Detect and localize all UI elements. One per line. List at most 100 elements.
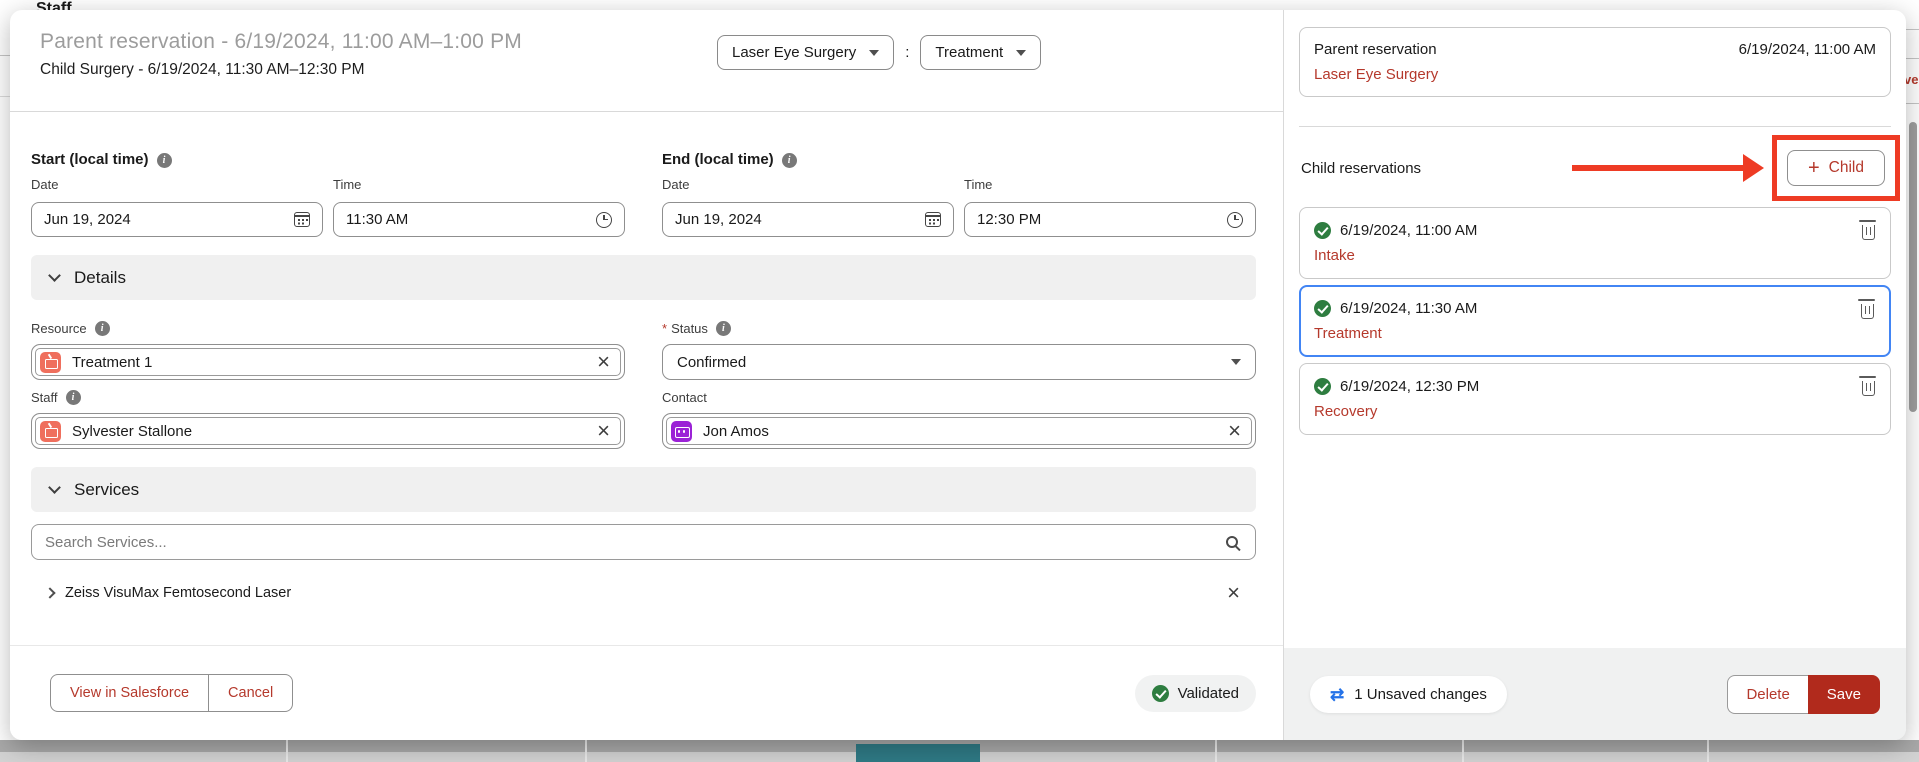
delete-child-button[interactable] <box>1857 299 1877 319</box>
child-reservation-card[interactable]: 6/19/2024, 11:00 AM Intake <box>1299 207 1891 279</box>
details-section-label: Details <box>74 268 126 288</box>
resource-value: Treatment 1 <box>72 354 584 371</box>
reservation-type-select[interactable]: Laser Eye Surgery <box>717 35 894 70</box>
validated-badge: Validated <box>1135 675 1256 712</box>
trash-icon <box>1861 304 1874 319</box>
child-card-datetime: 6/19/2024, 12:30 PM <box>1340 376 1479 397</box>
background-gridline <box>1707 740 1709 762</box>
background-gridline <box>1215 740 1217 762</box>
resource-label: Resource <box>31 321 87 336</box>
staff-lookup[interactable]: Sylvester Stallone × <box>31 413 625 449</box>
calendar-icon[interactable] <box>294 212 310 227</box>
dialog-header: Parent reservation - 6/19/2024, 11:00 AM… <box>10 10 1283 112</box>
delete-button[interactable]: Delete <box>1727 675 1807 714</box>
chevron-right-icon[interactable] <box>44 587 55 598</box>
sidebar-footer: ⇄ 1 Unsaved changes Delete Save <box>1284 648 1906 740</box>
scrollbar-thumb[interactable] <box>1909 122 1917 412</box>
services-search-input[interactable]: Search Services... <box>31 524 1256 560</box>
clear-staff-button[interactable]: × <box>595 420 612 442</box>
background-line <box>0 55 10 56</box>
time-label: Time <box>333 178 625 192</box>
form-body: Start (local time) Date Jun 19, 2024 <box>10 112 1283 604</box>
end-group: End (local time) Date Jun 19, 2024 <box>662 150 1256 237</box>
contact-card-icon <box>671 421 692 442</box>
status-label: Status <box>671 321 708 336</box>
child-reservation-card-selected[interactable]: 6/19/2024, 11:30 AM Treatment <box>1299 285 1891 357</box>
details-section-toggle[interactable]: Details <box>31 255 1256 300</box>
cancel-button[interactable]: Cancel <box>209 675 292 711</box>
date-label: Date <box>31 178 323 192</box>
resource-icon <box>40 352 61 373</box>
clear-resource-button[interactable]: × <box>595 351 612 373</box>
annotation-arrow <box>1572 165 1744 171</box>
background-text-fragment: ve <box>1904 72 1919 87</box>
background-line <box>1906 29 1919 30</box>
services-section-toggle[interactable]: Services <box>31 467 1256 512</box>
chevron-down-icon <box>48 269 61 282</box>
background-line <box>1906 103 1919 104</box>
background-line <box>0 96 10 97</box>
validated-label: Validated <box>1178 685 1239 702</box>
trash-icon <box>1862 225 1875 240</box>
start-time-input[interactable]: 11:30 AM <box>333 202 625 237</box>
date-label: Date <box>662 178 954 192</box>
contact-field: Contact Jon Amos × <box>662 380 1256 449</box>
contact-label: Contact <box>662 390 707 405</box>
end-date-field: Date Jun 19, 2024 <box>662 170 954 237</box>
info-icon[interactable] <box>716 321 731 336</box>
staff-icon <box>40 421 61 442</box>
view-in-salesforce-button[interactable]: View in Salesforce <box>51 675 209 711</box>
save-button[interactable]: Save <box>1808 675 1880 714</box>
info-icon[interactable] <box>95 321 110 336</box>
staff-label: Staff <box>31 390 58 405</box>
select-separator: : <box>905 44 909 61</box>
time-label: Time <box>964 178 1256 192</box>
child-card-datetime: 6/19/2024, 11:30 AM <box>1340 298 1477 319</box>
end-time-input[interactable]: 12:30 PM <box>964 202 1256 237</box>
status-select[interactable]: Confirmed <box>662 344 1256 380</box>
child-card-type: Recovery <box>1314 401 1876 422</box>
start-time-value: 11:30 AM <box>346 211 596 228</box>
chevron-down-icon <box>869 50 879 56</box>
delete-child-button[interactable] <box>1858 376 1878 396</box>
parent-card-text: Parent reservation Laser Eye Surgery <box>1314 39 1438 85</box>
staff-value: Sylvester Stallone <box>72 423 584 440</box>
delete-child-button[interactable] <box>1858 220 1878 240</box>
start-date-input[interactable]: Jun 19, 2024 <box>31 202 323 237</box>
background-gridline <box>585 740 587 762</box>
info-icon[interactable] <box>66 390 81 405</box>
child-reservations-list: 6/19/2024, 11:00 AM Intake 6/19/2024, 11… <box>1284 207 1906 435</box>
info-icon[interactable] <box>782 153 797 168</box>
clear-contact-button[interactable]: × <box>1226 420 1243 442</box>
search-icon[interactable] <box>1226 536 1238 548</box>
background-gridline <box>1462 740 1464 762</box>
remove-service-button[interactable]: × <box>1225 582 1242 604</box>
contact-lookup[interactable]: Jon Amos × <box>662 413 1256 449</box>
calendar-icon[interactable] <box>925 212 941 227</box>
dialog-subtitle: Child Surgery - 6/19/2024, 11:30 AM–12:3… <box>40 61 1283 79</box>
info-icon[interactable] <box>157 153 172 168</box>
background-line <box>1906 58 1919 59</box>
add-child-button[interactable]: + Child <box>1787 150 1885 186</box>
dialog-title: Parent reservation - 6/19/2024, 11:00 AM… <box>40 30 1283 54</box>
parent-reservation-card[interactable]: Parent reservation Laser Eye Surgery 6/1… <box>1299 27 1891 97</box>
plus-icon: + <box>1808 159 1820 177</box>
start-group: Start (local time) Date Jun 19, 2024 <box>31 150 625 237</box>
status-field: * Status Confirmed <box>662 300 1256 380</box>
start-date-value: Jun 19, 2024 <box>44 211 294 228</box>
child-reservations-label: Child reservations <box>1301 160 1421 177</box>
check-circle-icon <box>1314 300 1331 317</box>
reservation-subtype-value: Treatment <box>935 44 1003 61</box>
dialog-footer: View in Salesforce Cancel Validated <box>10 645 1283 740</box>
reservation-subtype-select[interactable]: Treatment <box>920 35 1041 70</box>
parent-reservation-section: Parent reservation Laser Eye Surgery 6/1… <box>1284 10 1906 127</box>
clock-icon[interactable] <box>1227 212 1243 228</box>
clock-icon[interactable] <box>596 212 612 228</box>
services-section-label: Services <box>74 480 139 500</box>
child-reservation-card[interactable]: 6/19/2024, 12:30 PM Recovery <box>1299 363 1891 435</box>
end-time-value: 12:30 PM <box>977 211 1227 228</box>
trash-icon <box>1862 381 1875 396</box>
child-card-type: Intake <box>1314 245 1876 266</box>
resource-lookup[interactable]: Treatment 1 × <box>31 344 625 380</box>
end-date-input[interactable]: Jun 19, 2024 <box>662 202 954 237</box>
